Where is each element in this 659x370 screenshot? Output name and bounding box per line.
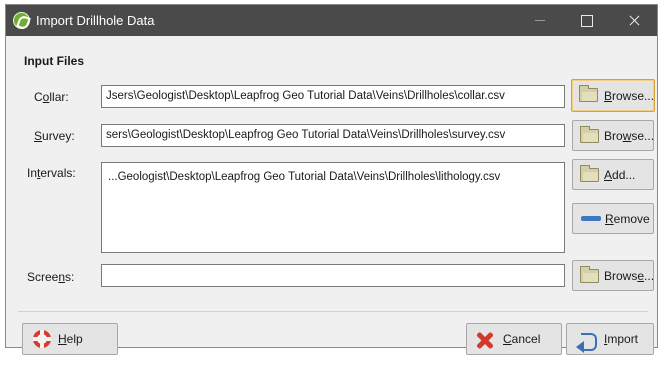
collar-path-field[interactable]: Jsers\Geologist\Desktop\Leapfrog Geo Tut… xyxy=(101,85,565,108)
screens-browse-button[interactable]: Browse... xyxy=(572,260,654,291)
folder-icon xyxy=(580,165,599,182)
screens-path-field[interactable] xyxy=(101,264,565,287)
cancel-x-icon xyxy=(476,331,494,349)
remove-icon xyxy=(581,216,601,221)
intervals-list[interactable]: ...Geologist\Desktop\Leapfrog Geo Tutori… xyxy=(101,162,565,253)
intervals-label: Intervals: xyxy=(27,166,76,180)
window-title: Import Drillhole Data xyxy=(36,13,155,28)
folder-icon xyxy=(579,85,598,102)
collar-browse-button[interactable]: Browse... xyxy=(571,79,655,112)
screens-label: Screens: xyxy=(27,270,75,284)
footer-divider xyxy=(18,311,648,312)
input-files-heading: Input Files xyxy=(24,54,84,68)
survey-browse-button[interactable]: Browse... xyxy=(572,120,654,151)
import-arrow-icon xyxy=(576,330,598,353)
leapfrog-app-icon xyxy=(13,12,30,29)
cancel-button[interactable]: Cancel xyxy=(466,323,562,355)
survey-path-field[interactable]: sers\Geologist\Desktop\Leapfrog Geo Tuto… xyxy=(101,124,565,147)
help-button[interactable]: Help xyxy=(22,323,118,355)
import-button[interactable]: Import xyxy=(566,323,654,355)
minimize-button[interactable] xyxy=(517,5,563,36)
remove-interval-button[interactable]: Remove xyxy=(572,203,654,234)
folder-icon xyxy=(580,126,599,143)
add-interval-button[interactable]: Add... xyxy=(572,159,654,190)
collar-label: Collar: xyxy=(34,90,69,104)
import-drillhole-dialog: Import Drillhole Data Input Files Collar… xyxy=(5,4,658,355)
title-bar[interactable]: Import Drillhole Data xyxy=(6,5,657,36)
close-button[interactable] xyxy=(609,5,659,36)
help-lifebuoy-icon xyxy=(33,330,51,348)
maximize-button[interactable] xyxy=(563,5,609,36)
folder-icon xyxy=(580,266,599,283)
survey-label: Survey: xyxy=(34,129,75,143)
list-item[interactable]: ...Geologist\Desktop\Leapfrog Geo Tutori… xyxy=(108,171,500,183)
